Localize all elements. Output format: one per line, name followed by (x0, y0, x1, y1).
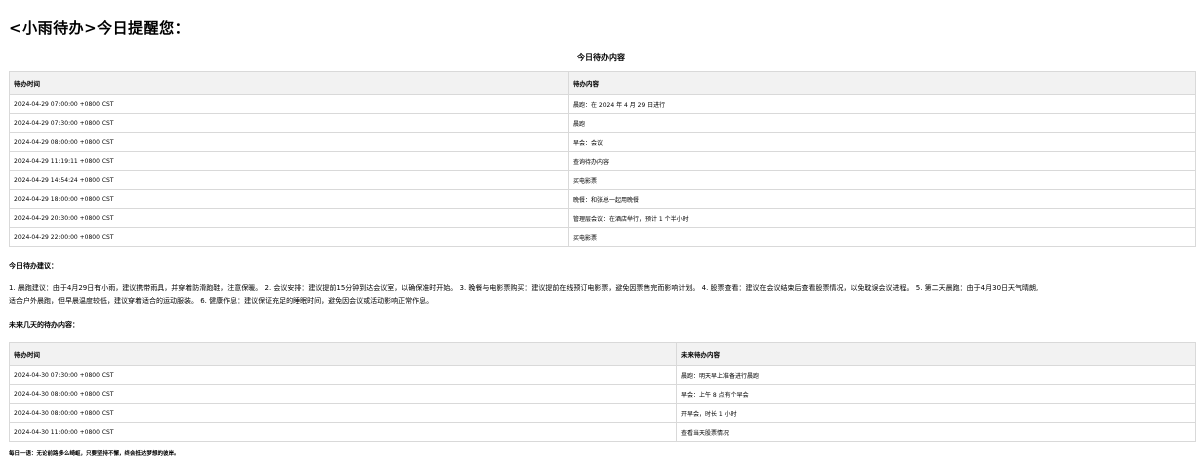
daily-quote: 每日一语：无论前路多么崎岖，只要坚持不懈，终会抵达梦想的彼岸。 (9, 451, 180, 457)
todo-content-cell: 晨跑：在 2024 年 4 月 29 日进行 (568, 94, 1196, 114)
table-row: 2024-04-30 11:00:00 +0800 CST 查看当天股票情况 (9, 422, 1196, 442)
table-header-row: 待办时间 未来待办内容 (9, 342, 1196, 366)
todo-time-cell: 2024-04-29 07:00:00 +0800 CST (9, 94, 569, 114)
todo-content-cell: 开早会，时长 1 小时 (676, 403, 1196, 423)
table-row: 2024-04-29 14:54:24 +0800 CST 买电影票 (9, 170, 1196, 190)
table-row: 2024-04-29 18:00:00 +0800 CST 晚餐：和张总一起用晚… (9, 189, 1196, 209)
advice-section-title: 今日待办建议： (9, 262, 58, 270)
table-row: 2024-04-29 07:00:00 +0800 CST 晨跑：在 2024 … (9, 94, 1196, 114)
todo-time-cell: 2024-04-30 08:00:00 +0800 CST (9, 384, 677, 404)
table-header-row: 待办时间 待办内容 (9, 71, 1196, 95)
advice-paragraph: 1. 晨跑建议：由于4月29日有小雨，建议携带雨具，并穿着防滑跑鞋，注意保暖。 … (9, 282, 1195, 308)
table-row: 2024-04-30 08:00:00 +0800 CST 早会：上午 8 点有… (9, 384, 1196, 404)
todo-time-cell: 2024-04-29 14:54:24 +0800 CST (9, 170, 569, 190)
todo-content-cell: 早会：上午 8 点有个早会 (676, 384, 1196, 404)
column-header-time: 待办时间 (9, 71, 569, 95)
todo-time-cell: 2024-04-29 11:19:11 +0800 CST (9, 151, 569, 171)
today-section-title: 今日待办内容 (577, 53, 625, 62)
advice-line: 适合户外晨跑，但早晨温度较低，建议穿着适合的运动服装。 6. 健康作息：建议保证… (9, 297, 434, 305)
column-header-content: 待办内容 (568, 71, 1196, 95)
table-row: 2024-04-29 08:00:00 +0800 CST 早会：会议 (9, 132, 1196, 152)
advice-line: 1. 晨跑建议：由于4月29日有小雨，建议携带雨具，并穿着防滑跑鞋，注意保暖。 … (9, 284, 1039, 292)
table-row: 2024-04-29 20:30:00 +0800 CST 管理层会议：在酒店举… (9, 208, 1196, 228)
todo-time-cell: 2024-04-29 18:00:00 +0800 CST (9, 189, 569, 209)
todo-time-cell: 2024-04-29 08:00:00 +0800 CST (9, 132, 569, 152)
todo-content-cell: 管理层会议：在酒店举行，预计 1 个半小时 (568, 208, 1196, 228)
todo-content-cell: 早会：会议 (568, 132, 1196, 152)
table-row: 2024-04-30 08:00:00 +0800 CST 开早会，时长 1 小… (9, 403, 1196, 423)
todo-content-cell: 查询待办内容 (568, 151, 1196, 171)
todo-content-cell: 查看当天股票情况 (676, 422, 1196, 442)
table-row: 2024-04-29 22:00:00 +0800 CST 买电影票 (9, 227, 1196, 247)
future-section-title: 未来几天的待办内容： (9, 321, 79, 329)
todo-time-cell: 2024-04-30 08:00:00 +0800 CST (9, 403, 677, 423)
table-row: 2024-04-29 07:30:00 +0800 CST 晨跑 (9, 113, 1196, 133)
todo-content-cell: 晨跑 (568, 113, 1196, 133)
todo-content-cell: 晨跑：明天早上准备进行晨跑 (676, 365, 1196, 385)
todo-time-cell: 2024-04-29 22:00:00 +0800 CST (9, 227, 569, 247)
todo-content-cell: 买电影票 (568, 170, 1196, 190)
todo-content-cell: 晚餐：和张总一起用晚餐 (568, 189, 1196, 209)
todo-time-cell: 2024-04-29 20:30:00 +0800 CST (9, 208, 569, 228)
column-header-content: 未来待办内容 (676, 342, 1196, 366)
today-todo-table: 待办时间 待办内容 2024-04-29 07:00:00 +0800 CST … (9, 71, 1196, 247)
todo-time-cell: 2024-04-30 07:30:00 +0800 CST (9, 365, 677, 385)
table-row: 2024-04-30 07:30:00 +0800 CST 晨跑：明天早上准备进… (9, 365, 1196, 385)
greeting-heading: <小雨待办>今日提醒您： (9, 19, 191, 37)
future-todo-table: 待办时间 未来待办内容 2024-04-30 07:30:00 +0800 CS… (9, 342, 1196, 442)
email-page: <小雨待办>今日提醒您： 今日待办内容 待办时间 待办内容 2024-04-29… (0, 0, 1202, 471)
column-header-time: 待办时间 (9, 342, 677, 366)
todo-content-cell: 买电影票 (568, 227, 1196, 247)
todo-time-cell: 2024-04-30 11:00:00 +0800 CST (9, 422, 677, 442)
table-row: 2024-04-29 11:19:11 +0800 CST 查询待办内容 (9, 151, 1196, 171)
todo-time-cell: 2024-04-29 07:30:00 +0800 CST (9, 113, 569, 133)
